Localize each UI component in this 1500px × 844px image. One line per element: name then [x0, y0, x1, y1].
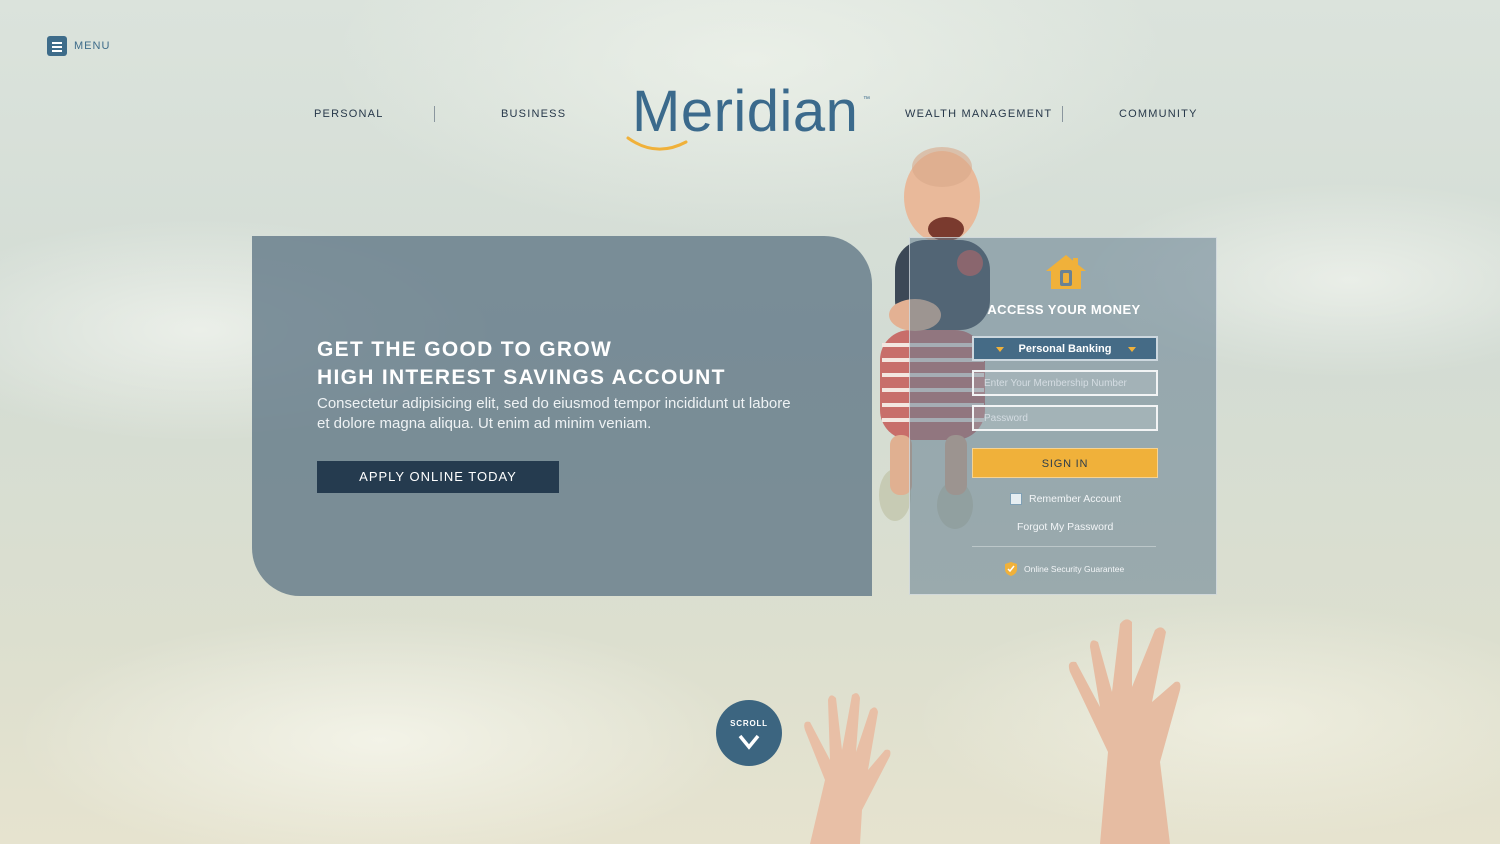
nav-personal[interactable]: PERSONAL — [314, 108, 384, 120]
scroll-button[interactable]: SCROLL — [716, 700, 782, 766]
nav-divider — [1062, 106, 1063, 122]
menu-label: MENU — [74, 40, 111, 52]
nav-community[interactable]: COMMUNITY — [1119, 108, 1198, 120]
meridian-logo[interactable]: Meridian ™ — [626, 78, 882, 158]
sign-in-button[interactable]: SIGN IN — [972, 448, 1158, 478]
promo-headline-line2: HIGH INTEREST SAVINGS ACCOUNT — [317, 366, 726, 389]
banking-type-select[interactable]: Personal Banking — [972, 336, 1158, 361]
nav-business[interactable]: BUSINESS — [501, 108, 566, 120]
logo-trademark: ™ — [863, 96, 870, 103]
hamburger-icon — [47, 36, 67, 56]
scroll-label: SCROLL — [730, 719, 768, 728]
apply-online-button[interactable]: APPLY ONLINE TODAY — [317, 461, 559, 493]
menu-button[interactable]: MENU — [47, 36, 110, 56]
banking-type-value: Personal Banking — [1018, 342, 1112, 355]
forgot-password-link[interactable]: Forgot My Password — [1017, 521, 1113, 533]
house-lock-icon — [1046, 255, 1086, 289]
checkbox-icon — [1010, 493, 1022, 505]
password-input[interactable] — [972, 405, 1158, 431]
login-divider — [972, 546, 1156, 547]
right-hand-image — [1068, 619, 1181, 844]
promo-body: Consectetur adipisicing elit, sed do eiu… — [317, 395, 791, 432]
remember-account-checkbox[interactable]: Remember Account — [1010, 493, 1121, 505]
chevron-down-icon — [996, 347, 1004, 352]
nav-wealth-management[interactable]: WEALTH MANAGEMENT — [905, 108, 1052, 120]
login-panel: ACCESS YOUR MONEY Personal Banking SIGN … — [909, 237, 1217, 595]
chevron-down-icon — [1128, 347, 1136, 352]
membership-number-input[interactable] — [972, 370, 1158, 396]
promo-headline-line1: GET THE GOOD TO GROW — [317, 338, 613, 361]
left-hand-image — [804, 693, 891, 844]
promo-headline: GET THE GOOD TO GROW HIGH INTEREST SAVIN… — [317, 336, 726, 392]
promo-panel: GET THE GOOD TO GROW HIGH INTEREST SAVIN… — [252, 236, 872, 596]
chevron-down-icon — [738, 734, 760, 750]
logo-smile-icon — [626, 136, 688, 151]
security-guarantee-link[interactable]: Online Security Guarantee — [1004, 561, 1124, 577]
security-guarantee-label: Online Security Guarantee — [1024, 564, 1125, 574]
remember-account-label: Remember Account — [1029, 493, 1122, 505]
shield-icon — [1005, 562, 1017, 576]
nav-divider — [434, 106, 435, 122]
login-title: ACCESS YOUR MONEY — [987, 302, 1141, 317]
